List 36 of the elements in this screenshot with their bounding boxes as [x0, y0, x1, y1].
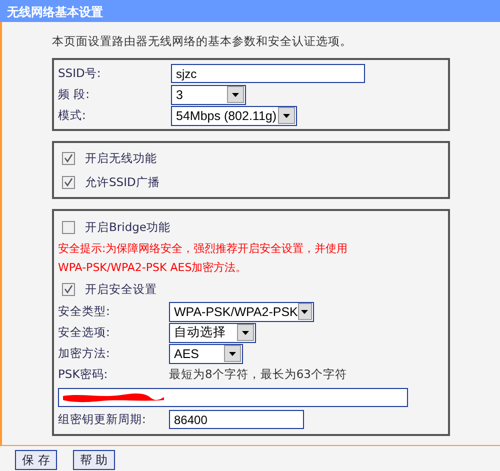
intro-text: 本页面设置路由器无线网络的基本参数和安全认证选项。 [52, 34, 353, 49]
checkbox[interactable] [62, 282, 75, 296]
password-field[interactable] [58, 388, 408, 406]
checkbox[interactable] [62, 176, 75, 188]
checkbox-label: 开启安全设置 [85, 282, 157, 296]
checkbox-label: 允许SSID广播 [85, 174, 160, 190]
page-title: 无线网络基本设置 [0, 0, 500, 22]
dropdown[interactable]: 自动选择 [169, 322, 256, 342]
caret-icon [283, 114, 290, 118]
field-label: 加密方法: [58, 346, 111, 361]
warning-text: WPA-PSK/WPA2-PSK AES加密方法。 [58, 260, 248, 276]
form-button[interactable]: 保 存 [15, 450, 57, 470]
input-field[interactable]: 86400 [169, 410, 304, 429]
caret-icon [232, 92, 239, 96]
caret-icon [242, 330, 249, 334]
field-label: 安全类型: [58, 304, 111, 319]
input-field[interactable]: sjzc [171, 64, 365, 83]
field-label: 安全选项: [58, 325, 111, 340]
field-label: 组密钥更新周期: [58, 412, 147, 427]
checkbox-label: 开启Bridge功能 [85, 220, 170, 234]
dropdown[interactable]: AES [169, 344, 243, 364]
field-label: SSID号: [58, 66, 102, 81]
hint-text: 最短为8个字符，最长为63个字符 [169, 367, 347, 382]
dropdown[interactable]: 3 [171, 84, 246, 104]
caret-icon [301, 310, 308, 314]
checkbox[interactable] [62, 152, 75, 164]
dropdown[interactable]: 54Mbps (802.11g) [171, 106, 297, 126]
caret-icon [229, 352, 236, 356]
field-label: 频 段: [58, 87, 91, 102]
checkbox-label: 开启无线功能 [85, 150, 157, 166]
field-label: PSK密码: [58, 367, 109, 382]
checkbox[interactable] [62, 220, 75, 234]
dropdown[interactable]: WPA-PSK/WPA2-PSK [169, 302, 314, 322]
field-label: 模式: [58, 108, 87, 123]
form-button[interactable]: 帮 助 [72, 450, 115, 470]
warning-text: 安全提示:为保障网络安全，强烈推荐开启安全设置，并使用 [58, 241, 349, 257]
